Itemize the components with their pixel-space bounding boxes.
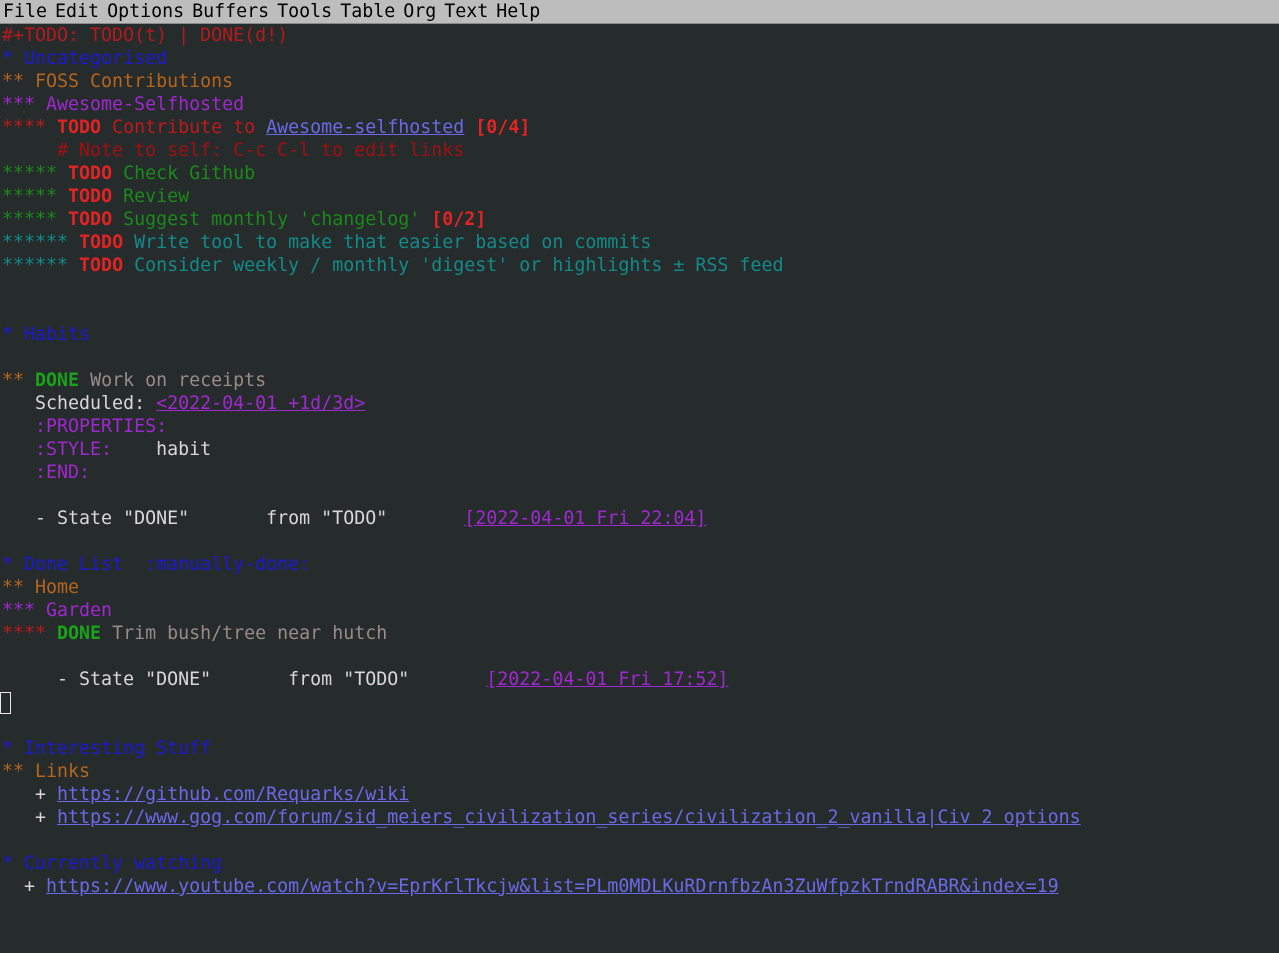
editor-buffer[interactable]: #+TODO: TODO(t) | DONE(d!) * Uncategoris… (0, 24, 1279, 898)
heading-habits[interactable]: * Habits (0, 323, 1279, 346)
menu-org[interactable]: Org (400, 0, 441, 24)
heading-text: Consider weekly / monthly 'digest' or hi… (123, 255, 784, 276)
heading-links[interactable]: ** Links (0, 760, 1279, 783)
heading-home[interactable]: ** Home (0, 576, 1279, 599)
blank-line[interactable] (0, 714, 1279, 737)
heading-stars: ***** (2, 209, 69, 230)
menu-text[interactable]: Text (441, 0, 493, 24)
text-cursor (0, 692, 11, 714)
heading-work-on-receipts[interactable]: ** DONE Work on receipts (0, 369, 1279, 392)
heading-text: Trim bush/tree near hutch (101, 623, 388, 644)
state-log-text: - State "DONE" from "TODO" (2, 508, 465, 529)
heading-done-list[interactable]: * Done List :manually-done: (0, 553, 1279, 576)
heading-stars: ** (2, 370, 36, 391)
blank-line[interactable] (0, 484, 1279, 507)
properties-drawer-end[interactable]: :END: (0, 461, 1279, 484)
heading-interesting-stuff[interactable]: * Interesting Stuff (0, 737, 1279, 760)
heading-consider-digest[interactable]: ****** TODO Consider weekly / monthly 'd… (0, 254, 1279, 277)
heading-stars: ***** (2, 163, 69, 184)
state-log-timestamp[interactable]: [2022-04-01 Fri 17:52] (486, 669, 728, 690)
cursor-line[interactable] (0, 691, 1279, 714)
blank-line[interactable] (0, 530, 1279, 553)
list-bullet: + (2, 876, 47, 897)
menu-file[interactable]: File (0, 0, 52, 24)
awesome-selfhosted-link[interactable]: Awesome-selfhosted (266, 117, 464, 138)
menu-edit[interactable]: Edit (52, 0, 104, 24)
todo-keyword: TODO (57, 117, 102, 138)
heading-text: Review (112, 186, 190, 207)
blank-line[interactable] (0, 346, 1279, 369)
heading-review[interactable]: ***** TODO Review (0, 185, 1279, 208)
github-wiki-link[interactable]: https://github.com/Requarks/wiki (57, 784, 409, 805)
progress-cookie: [0/2] (431, 209, 487, 230)
list-item[interactable]: + https://www.youtube.com/watch?v=EprKrl… (0, 875, 1279, 898)
menu-tools[interactable]: Tools (274, 0, 337, 24)
heading-stars: **** (2, 623, 58, 644)
blank-line[interactable] (0, 277, 1279, 300)
menu-help[interactable]: Help (493, 0, 545, 24)
heading-stars: ****** (2, 255, 80, 276)
list-bullet: + (2, 784, 58, 805)
heading-text: * Done List (2, 554, 146, 575)
comment-line[interactable]: # Note to self: C-c C-l to edit links (0, 139, 1279, 162)
property-value: habit (112, 439, 212, 460)
blank-line[interactable] (0, 300, 1279, 323)
done-keyword: DONE (35, 370, 80, 391)
todo-keyword: TODO (79, 232, 124, 253)
youtube-link[interactable]: https://www.youtube.com/watch?v=EprKrlTk… (46, 876, 1059, 897)
todo-keyword: TODO (79, 255, 124, 276)
todo-keywords-line[interactable]: #+TODO: TODO(t) | DONE(d!) (0, 24, 1279, 47)
todo-keyword: TODO (68, 209, 113, 230)
heading-stars: ***** (2, 186, 69, 207)
heading-trim-bush[interactable]: **** DONE Trim bush/tree near hutch (0, 622, 1279, 645)
state-log-timestamp[interactable]: [2022-04-01 Fri 22:04] (464, 508, 706, 529)
scheduled-timestamp[interactable]: <2022-04-01 +1d/3d> (156, 393, 365, 414)
heading-write-tool[interactable]: ****** TODO Write tool to make that easi… (0, 231, 1279, 254)
blank-line[interactable] (0, 645, 1279, 668)
state-log-entry[interactable]: - State "DONE" from "TODO" [2022-04-01 F… (0, 507, 1279, 530)
heading-currently-watching[interactable]: * Currently watching (0, 852, 1279, 875)
done-keyword: DONE (57, 623, 102, 644)
state-log-text: - State "DONE" from "TODO" (2, 669, 487, 690)
heading-text: Suggest monthly 'changelog' (112, 209, 432, 230)
heading-garden[interactable]: *** Garden (0, 599, 1279, 622)
properties-drawer-start[interactable]: :PROPERTIES: (0, 415, 1279, 438)
heading-uncategorised[interactable]: * Uncategorised (0, 47, 1279, 70)
heading-check-github[interactable]: ***** TODO Check Github (0, 162, 1279, 185)
gog-forum-link[interactable]: https://www.gog.com/forum/sid_meiers_civ… (57, 807, 1081, 828)
menu-table[interactable]: Table (337, 0, 400, 24)
list-item[interactable]: + https://www.gog.com/forum/sid_meiers_c… (0, 806, 1279, 829)
menu-options[interactable]: Options (104, 0, 189, 24)
heading-text: Check Github (112, 163, 256, 184)
todo-keyword: TODO (68, 163, 113, 184)
heading-foss-contributions[interactable]: ** FOSS Contributions (0, 70, 1279, 93)
todo-keyword: TODO (68, 186, 113, 207)
menu-bar: File Edit Options Buffers Tools Table Or… (0, 0, 1279, 24)
heading-text: Contribute to (101, 117, 267, 138)
blank-line[interactable] (0, 829, 1279, 852)
property-key: :STYLE: (2, 439, 113, 460)
heading-text: Work on receipts (79, 370, 267, 391)
list-item[interactable]: + https://github.com/Requarks/wiki (0, 783, 1279, 806)
heading-tag: :manually-done: (145, 554, 311, 575)
scheduled-label: Scheduled: (2, 393, 157, 414)
menu-buffers[interactable]: Buffers (189, 0, 274, 24)
heading-stars: **** (2, 117, 58, 138)
heading-text: Write tool to make that easier based on … (123, 232, 652, 253)
heading-stars: ****** (2, 232, 80, 253)
list-bullet: + (2, 807, 58, 828)
heading-awesome-selfhosted[interactable]: *** Awesome-Selfhosted (0, 93, 1279, 116)
state-log-entry[interactable]: - State "DONE" from "TODO" [2022-04-01 F… (0, 668, 1279, 691)
scheduled-line[interactable]: Scheduled: <2022-04-01 +1d/3d> (0, 392, 1279, 415)
property-style[interactable]: :STYLE: habit (0, 438, 1279, 461)
heading-contribute[interactable]: **** TODO Contribute to Awesome-selfhost… (0, 116, 1279, 139)
progress-cookie: [0/4] (475, 117, 531, 138)
heading-suggest-changelog[interactable]: ***** TODO Suggest monthly 'changelog' [… (0, 208, 1279, 231)
